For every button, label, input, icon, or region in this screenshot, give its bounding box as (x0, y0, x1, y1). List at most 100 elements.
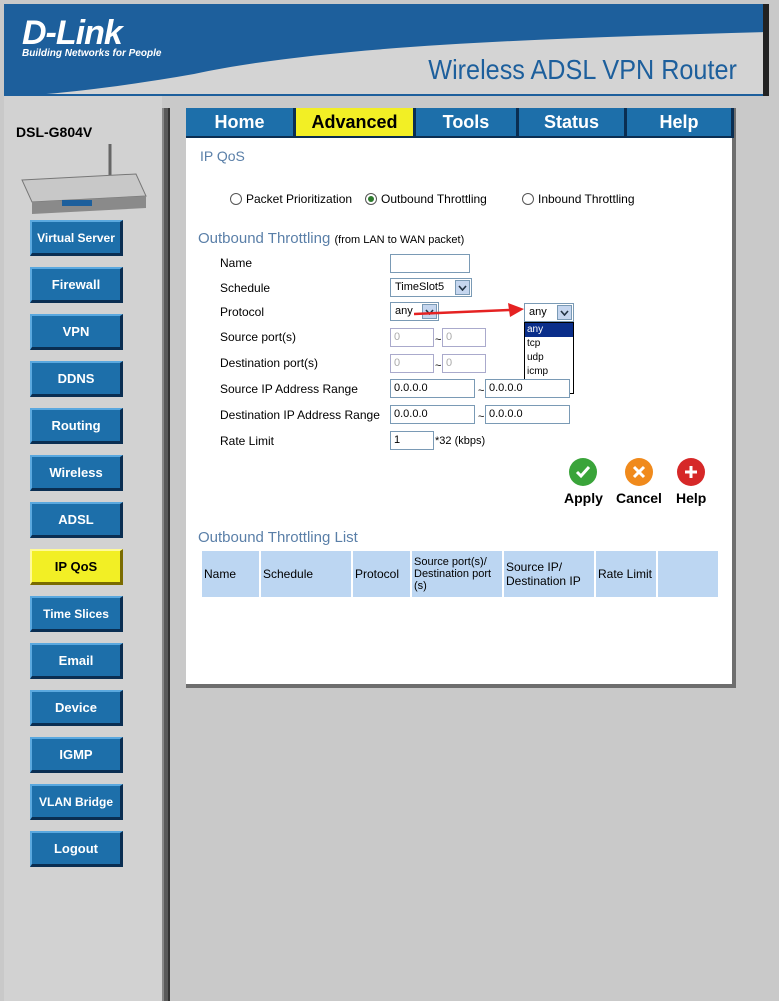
name-input[interactable] (390, 254, 470, 273)
top-tabs: Home Advanced Tools Status Help (186, 108, 734, 138)
radio-outbound-throttling[interactable]: Outbound Throttling (365, 192, 522, 206)
help-label: Help (676, 490, 707, 506)
nav-label: DDNS (57, 371, 95, 386)
sidebar-item-time-slices[interactable]: Time Slices (30, 596, 123, 632)
name-label: Name (220, 256, 253, 270)
rate-limit-input[interactable]: 1 (390, 431, 434, 450)
page-title: IP QoS (200, 148, 245, 164)
radio-packet-prioritization[interactable]: Packet Prioritization (230, 192, 365, 206)
sidebar-divider (162, 108, 170, 1001)
sidebar-item-firewall[interactable]: Firewall (30, 267, 123, 303)
dropdown-option-udp[interactable]: udp (525, 351, 573, 365)
help-plus-icon (677, 458, 706, 486)
protocol-popup-select[interactable]: any (524, 303, 574, 322)
tab-label: Home (214, 111, 265, 132)
section-title: Outbound Throttling (from LAN to WAN pac… (198, 230, 464, 247)
protocol-popup-value: any (529, 306, 547, 318)
nav-label: Time Slices (43, 606, 109, 621)
apply-button[interactable]: Apply (564, 458, 603, 506)
nav-label: IGMP (59, 747, 93, 762)
nav-label: IP QoS (54, 559, 98, 574)
mode-selector: Packet Prioritization Outbound Throttlin… (230, 192, 635, 206)
tab-label: Advanced (311, 111, 398, 132)
sidebar-item-ip-qos[interactable]: IP QoS (30, 549, 123, 585)
sidebar-item-device[interactable]: Device (30, 690, 123, 726)
nav-label: VPN (62, 324, 90, 339)
tab-help[interactable]: Help (627, 108, 734, 138)
radio-inbound-throttling[interactable]: Inbound Throttling (522, 192, 635, 206)
nav-label: VLAN Bridge (38, 794, 113, 809)
sidebar-item-ddns[interactable]: DDNS (30, 361, 123, 397)
source-ip-from-input[interactable]: 0.0.0.0 (390, 379, 475, 398)
dest-ip-label: Destination IP Address Range (220, 408, 380, 422)
tab-label: Status (543, 111, 599, 132)
nav-label: Wireless (49, 465, 103, 480)
nav-label: Logout (53, 841, 99, 856)
dropdown-option-tcp[interactable]: tcp (525, 337, 573, 351)
logo-brand: D-Link (22, 14, 123, 52)
column-header-ports: Source port(s)/ Destination port (s) (412, 551, 502, 597)
sidebar-item-virtual-server[interactable]: Virtual Server (30, 220, 123, 256)
range-separator: ~ (478, 411, 485, 423)
device-model: DSL-G804V (16, 124, 93, 140)
table-header-row: Name Schedule Protocol Source port(s)/ D… (202, 551, 718, 597)
radio-selected-icon (365, 193, 377, 205)
chevron-down-icon (557, 305, 572, 320)
source-port-to-input[interactable]: 0 (442, 328, 486, 347)
throttling-list-table: Name Schedule Protocol Source port(s)/ D… (200, 549, 720, 599)
nav-label: Routing (51, 418, 101, 433)
column-header-ips: Source IP/ Destination IP (504, 551, 594, 597)
radio-label: Inbound Throttling (538, 192, 635, 206)
sidebar-item-routing[interactable]: Routing (30, 408, 123, 444)
cancel-label: Cancel (616, 490, 662, 506)
nav-label: Device (55, 700, 97, 715)
tab-status[interactable]: Status (519, 108, 627, 138)
sidebar-item-adsl[interactable]: ADSL (30, 502, 123, 538)
tab-label: Help (659, 111, 699, 132)
section-note: (from LAN to WAN packet) (334, 234, 465, 246)
protocol-label: Protocol (220, 305, 265, 319)
chevron-down-icon (455, 280, 470, 295)
column-header-name: Name (202, 551, 259, 597)
list-title: Outbound Throttling List (198, 529, 358, 546)
dlink-logo: D-Link Building Networks for People (22, 16, 161, 59)
source-ip-to-input[interactable]: 0.0.0.0 (485, 379, 570, 398)
nav-label: Virtual Server (37, 230, 115, 245)
schedule-select[interactable]: TimeSlot5 (390, 278, 472, 297)
sidebar-item-email[interactable]: Email (30, 643, 123, 679)
schedule-label: Schedule (220, 281, 271, 295)
range-separator: ~ (478, 385, 485, 397)
rate-limit-label: Rate Limit (220, 434, 275, 448)
checkmark-icon (569, 458, 598, 486)
cancel-button[interactable]: Cancel (616, 458, 662, 506)
dest-port-to-input[interactable]: 0 (442, 354, 486, 373)
tab-advanced[interactable]: Advanced (296, 108, 416, 138)
tab-label: Tools (442, 111, 490, 132)
radio-label: Packet Prioritization (246, 192, 353, 206)
sidebar-item-vlan-bridge[interactable]: VLAN Bridge (30, 784, 123, 820)
tab-home[interactable]: Home (186, 108, 296, 138)
protocol-value: any (395, 305, 413, 317)
sidebar-item-wireless[interactable]: Wireless (30, 455, 123, 491)
sidebar-item-vpn[interactable]: VPN (30, 314, 123, 350)
section-title-text: Outbound Throttling (198, 230, 331, 247)
sidebar-item-igmp[interactable]: IGMP (30, 737, 123, 773)
source-port-from-input[interactable]: 0 (390, 328, 434, 347)
dropdown-option-icmp[interactable]: icmp (525, 365, 573, 379)
column-header-protocol: Protocol (353, 551, 410, 597)
help-button[interactable]: Help (676, 458, 706, 506)
dest-ip-from-input[interactable]: 0.0.0.0 (390, 405, 475, 424)
main-panel: Home Advanced Tools Status Help IP QoS P… (186, 108, 736, 688)
dest-port-from-input[interactable]: 0 (390, 354, 434, 373)
dropdown-option-any[interactable]: any (525, 323, 573, 337)
cancel-x-icon (624, 458, 653, 486)
source-ip-label: Source IP Address Range (220, 382, 358, 396)
radio-circle-icon (522, 193, 534, 205)
nav-label: Email (58, 653, 94, 668)
rate-limit-unit: *32 (kbps) (435, 435, 486, 447)
header: D-Link Building Networks for People Wire… (4, 4, 767, 96)
dest-ip-to-input[interactable]: 0.0.0.0 (485, 405, 570, 424)
product-title: Wireless ADSL VPN Router (428, 54, 737, 85)
tab-tools[interactable]: Tools (416, 108, 519, 138)
sidebar-item-logout[interactable]: Logout (30, 831, 123, 867)
